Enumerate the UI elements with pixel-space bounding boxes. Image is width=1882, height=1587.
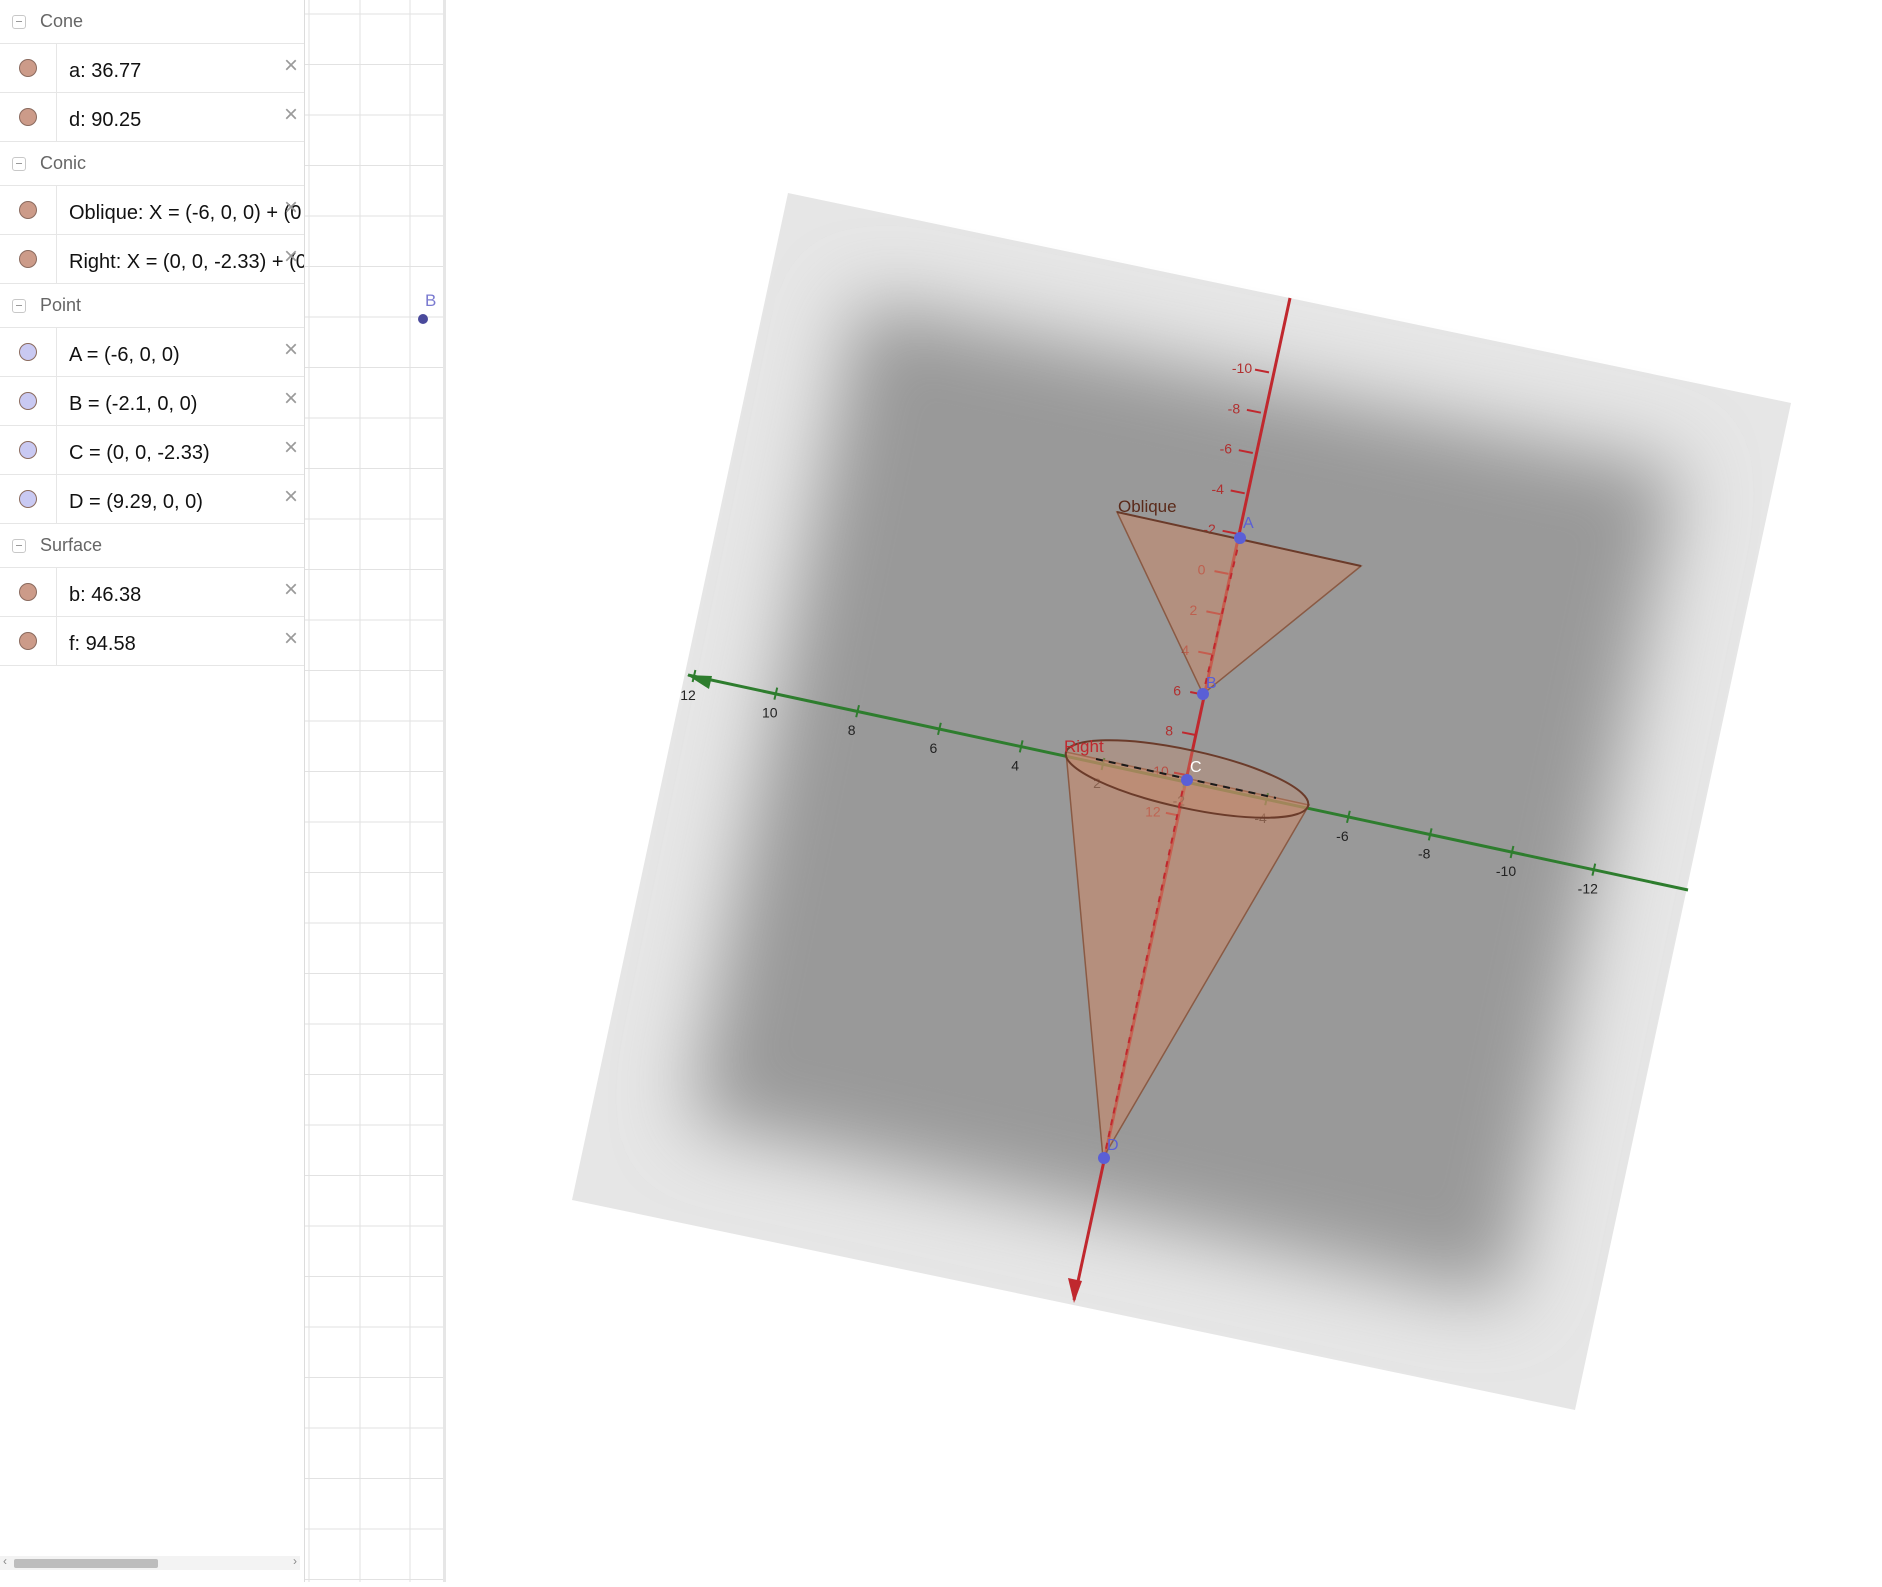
marble-icon[interactable] [19, 490, 37, 508]
visibility-toggle[interactable] [0, 328, 57, 376]
group-header-conic[interactable]: Conic [0, 142, 304, 186]
point-b-label: B [425, 291, 436, 310]
group-header-cone[interactable]: Cone [0, 0, 304, 44]
point-d-label: D [1107, 1137, 1119, 1154]
marble-icon[interactable] [19, 108, 37, 126]
algebra-list: Cone a: 36.77 × d: 90.25 × Conic Oblique: X = … [0, 0, 304, 666]
horizontal-scrollbar[interactable]: ‹ › [0, 1554, 300, 1570]
delete-icon[interactable]: × [284, 627, 298, 651]
algebra-row-text[interactable]: B = (-2.1, 0, 0) [57, 387, 304, 416]
green-axis-tick-label: 12 [680, 687, 696, 703]
algebra-row[interactable]: f: 94.58 × [0, 617, 304, 666]
algebra-row-text[interactable]: A = (-6, 0, 0) [57, 338, 304, 367]
green-axis-tick-label: -6 [1336, 828, 1349, 844]
3d-canvas[interactable]: -10-8-6-4-2024681012 Oblique 12108642-2-… [446, 0, 1882, 1582]
group-title: Surface [40, 535, 103, 555]
red-axis-tick-label: -6 [1220, 441, 1233, 457]
point-a[interactable] [1234, 532, 1246, 544]
algebra-row[interactable]: B = (-2.1, 0, 0) × [0, 377, 304, 426]
algebra-row[interactable]: Oblique: X = (-6, 0, 0) + (0 × [0, 186, 304, 235]
delete-icon[interactable]: × [284, 338, 298, 362]
point-b-3d-label: B [1206, 675, 1217, 692]
scrollbar-thumb[interactable] [14, 1559, 158, 1568]
algebra-row-text[interactable]: Right: X = (0, 0, -2.33) + (0 [57, 245, 304, 274]
collapse-icon[interactable] [12, 538, 26, 553]
algebra-view: Cone a: 36.77 × d: 90.25 × Conic Oblique: X = … [0, 0, 305, 1582]
algebra-row[interactable]: D = (9.29, 0, 0) × [0, 475, 304, 524]
marble-icon[interactable] [19, 201, 37, 219]
visibility-toggle[interactable] [0, 617, 57, 665]
visibility-toggle[interactable] [0, 426, 57, 474]
green-axis-tick-label: -10 [1496, 863, 1516, 879]
green-axis-tick-label: -8 [1418, 845, 1431, 861]
delete-icon[interactable]: × [284, 578, 298, 602]
visibility-toggle[interactable] [0, 235, 57, 283]
group-title: Conic [40, 153, 87, 173]
scroll-right-icon[interactable]: › [293, 1554, 297, 1568]
collapse-icon[interactable] [12, 14, 26, 29]
algebra-row-text[interactable]: C = (0, 0, -2.33) [57, 436, 304, 465]
algebra-row-text[interactable]: a: 36.77 [57, 54, 304, 83]
group-title: Point [40, 295, 82, 315]
algebra-row[interactable]: d: 90.25 × [0, 93, 304, 142]
graphics-view-3d[interactable]: -10-8-6-4-2024681012 Oblique 12108642-2-… [446, 0, 1882, 1582]
visibility-toggle[interactable] [0, 93, 57, 141]
visibility-toggle[interactable] [0, 186, 57, 234]
delete-icon[interactable]: × [284, 54, 298, 78]
visibility-toggle[interactable] [0, 568, 57, 616]
marble-icon[interactable] [19, 59, 37, 77]
point-b-2d[interactable] [418, 314, 428, 324]
marble-icon[interactable] [19, 632, 37, 650]
green-axis-tick-label: 8 [848, 722, 856, 738]
algebra-row[interactable]: b: 46.38 × [0, 568, 304, 617]
algebra-row-text[interactable]: d: 90.25 [57, 103, 304, 132]
delete-icon[interactable]: × [284, 387, 298, 411]
marble-icon[interactable] [19, 392, 37, 410]
graphics-view-2d[interactable]: B [305, 0, 446, 1582]
algebra-row[interactable]: Right: X = (0, 0, -2.33) + (0 × [0, 235, 304, 284]
algebra-row-text[interactable]: b: 46.38 [57, 578, 304, 607]
algebra-row-text[interactable]: Oblique: X = (-6, 0, 0) + (0 [57, 196, 304, 225]
delete-icon[interactable]: × [284, 196, 298, 220]
algebra-row[interactable]: A = (-6, 0, 0) × [0, 328, 304, 377]
right-label: Right [1064, 737, 1104, 756]
delete-icon[interactable]: × [284, 485, 298, 509]
green-axis-tick-label: 10 [762, 705, 778, 721]
delete-icon[interactable]: × [284, 245, 298, 269]
visibility-toggle[interactable] [0, 44, 57, 92]
point-c-label: C [1190, 759, 1202, 776]
collapse-icon[interactable] [12, 298, 26, 313]
red-axis-tick-label: -8 [1228, 400, 1241, 416]
marble-icon[interactable] [19, 343, 37, 361]
algebra-row[interactable]: C = (0, 0, -2.33) × [0, 426, 304, 475]
visibility-toggle[interactable] [0, 475, 57, 523]
algebra-row-text[interactable]: D = (9.29, 0, 0) [57, 485, 304, 514]
algebra-row[interactable]: a: 36.77 × [0, 44, 304, 93]
oblique-label: Oblique [1118, 497, 1177, 516]
algebra-row-text[interactable]: f: 94.58 [57, 627, 304, 656]
green-axis-tick-label: 6 [930, 740, 938, 756]
visibility-toggle[interactable] [0, 377, 57, 425]
red-axis-tick-label: -4 [1211, 481, 1224, 497]
delete-icon[interactable]: × [284, 103, 298, 127]
grid-canvas[interactable]: B [305, 0, 443, 1582]
marble-icon[interactable] [19, 441, 37, 459]
red-axis-tick-label: 6 [1173, 682, 1181, 698]
point-a-label: A [1243, 515, 1254, 532]
green-axis-tick-label: 4 [1011, 757, 1019, 773]
delete-icon[interactable]: × [284, 436, 298, 460]
collapse-icon[interactable] [12, 156, 26, 171]
marble-icon[interactable] [19, 583, 37, 601]
red-axis-tick-label: -10 [1232, 360, 1252, 376]
group-title: Cone [40, 11, 84, 31]
scroll-left-icon[interactable]: ‹ [3, 1554, 7, 1568]
group-header-point[interactable]: Point [0, 284, 304, 328]
green-axis-tick-label: -12 [1578, 881, 1598, 897]
group-header-surface[interactable]: Surface [0, 524, 304, 568]
red-axis-tick-label: 8 [1165, 723, 1173, 739]
marble-icon[interactable] [19, 250, 37, 268]
